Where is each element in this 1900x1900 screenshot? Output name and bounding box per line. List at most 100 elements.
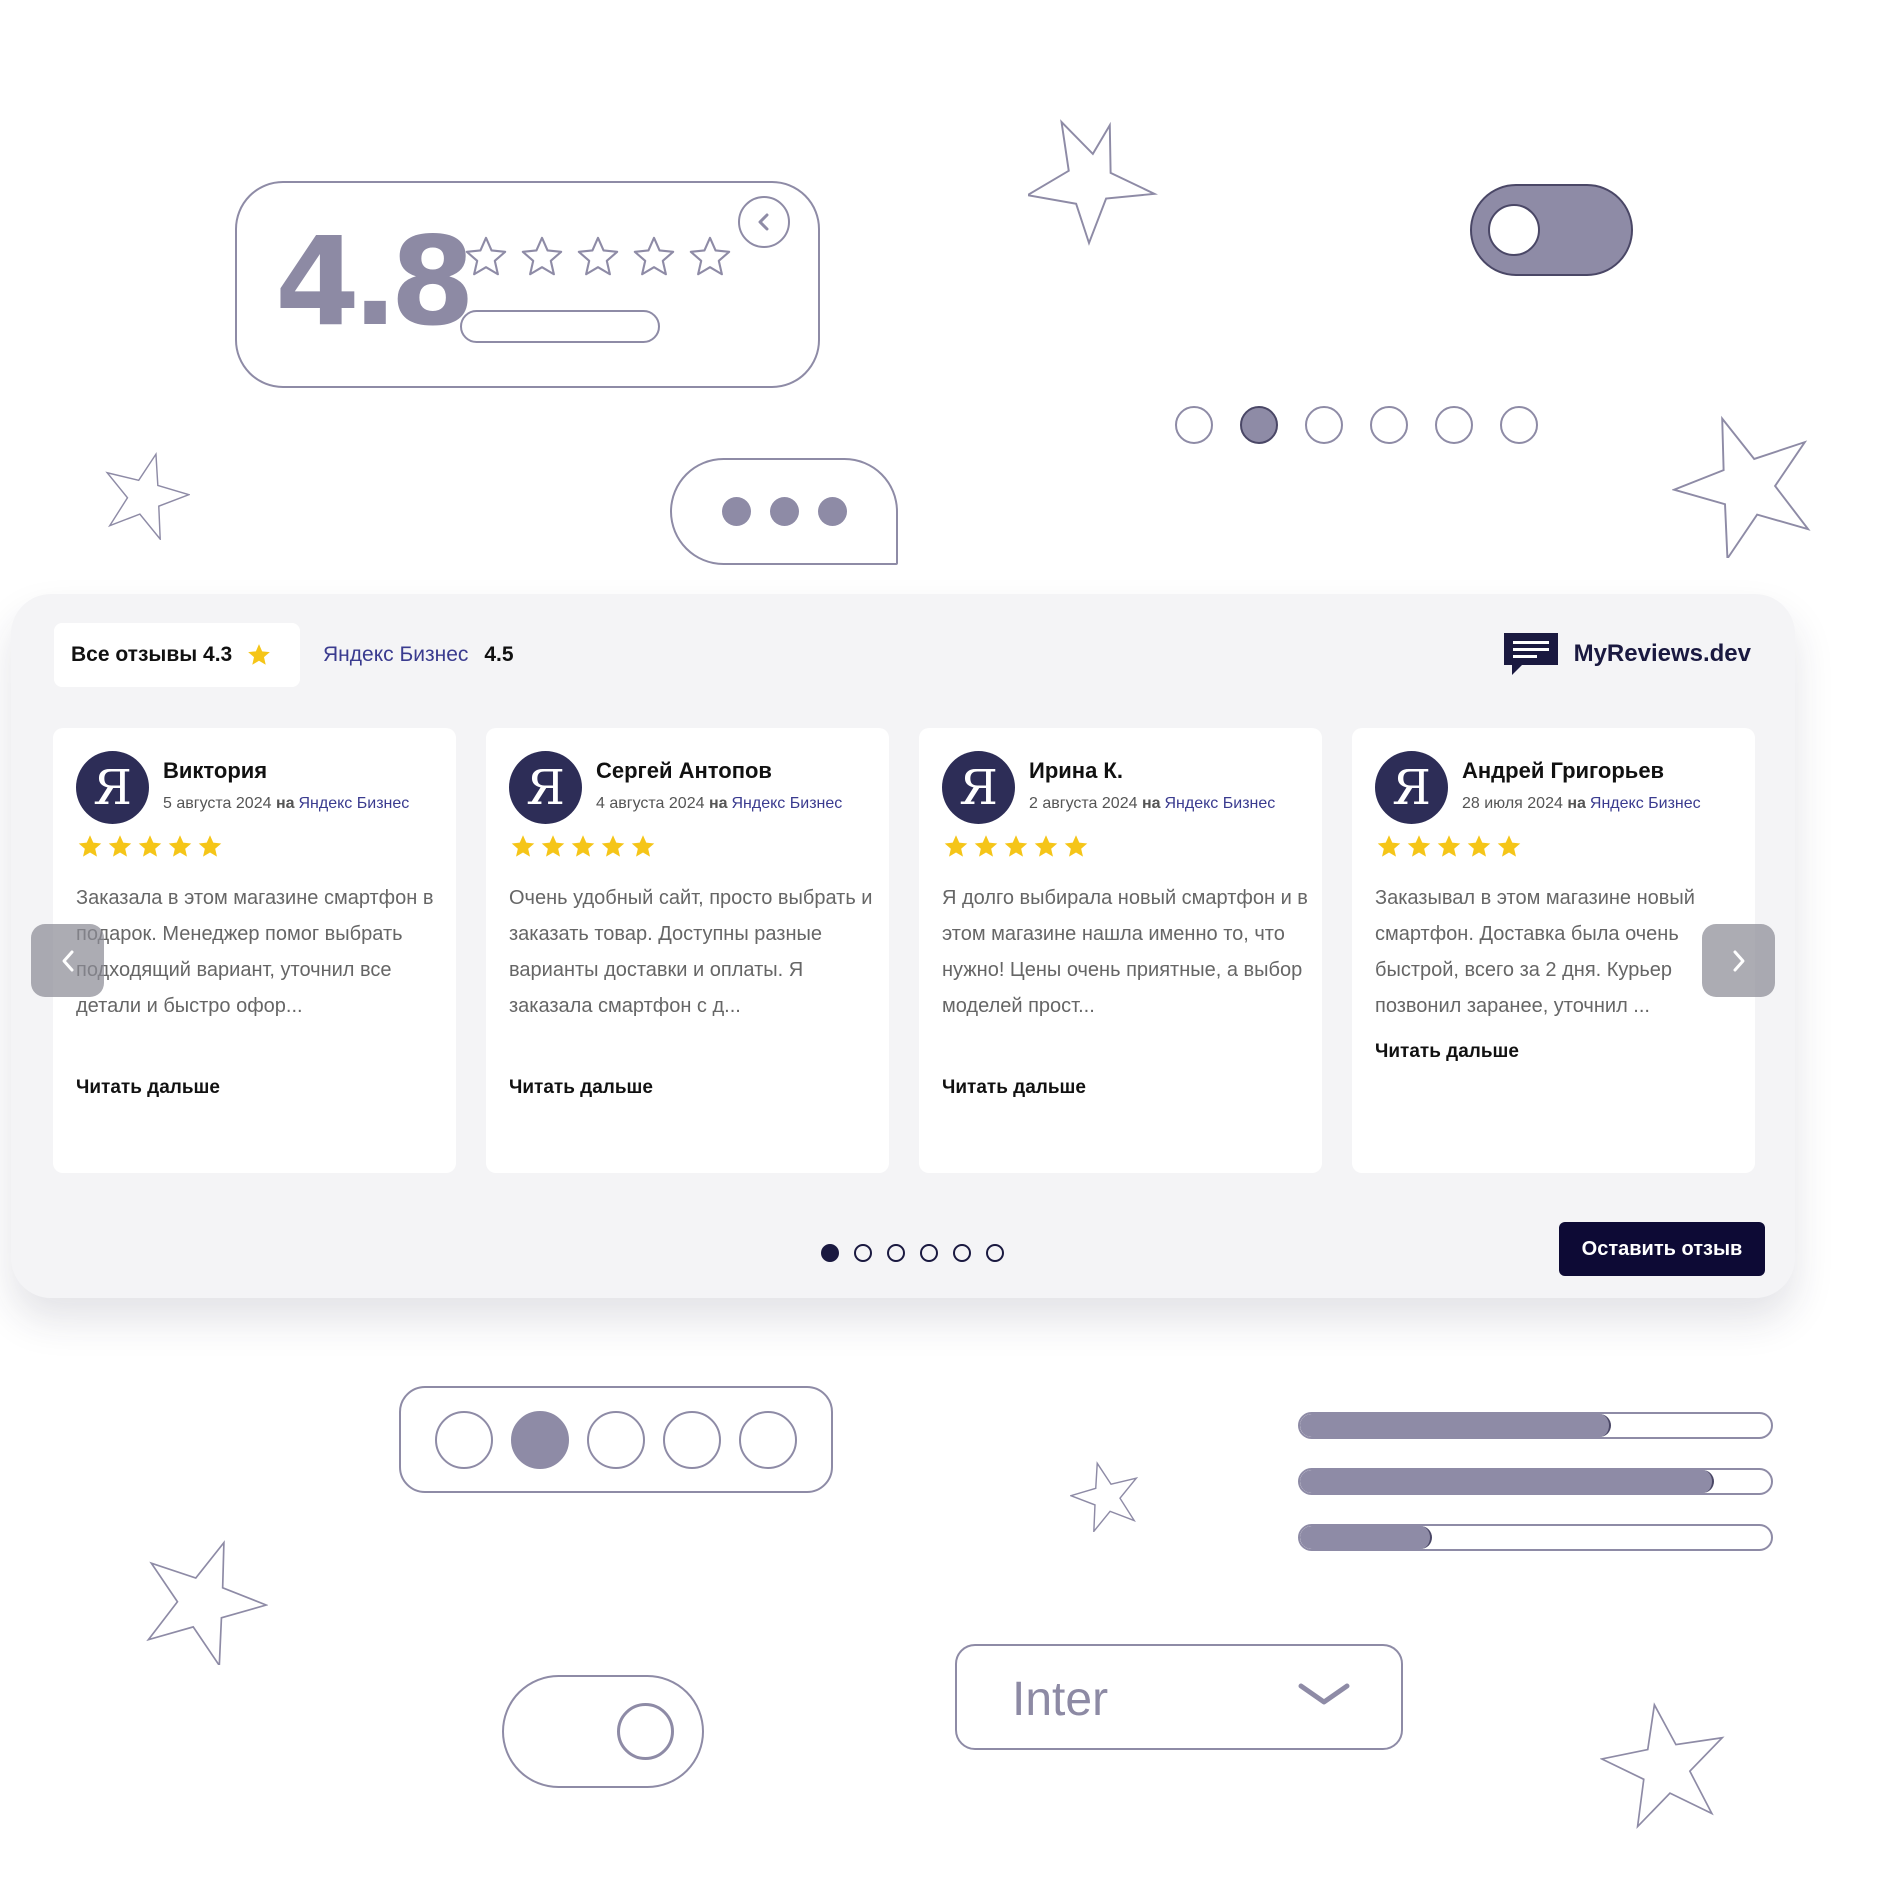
review-source-link[interactable]: Яндекс Бизнес xyxy=(299,795,410,812)
review-meta: 4 августа 2024 на Яндекс Бизнес xyxy=(596,795,842,813)
pagination-dot[interactable] xyxy=(887,1244,905,1262)
pagination-dots xyxy=(1175,406,1538,444)
carousel-next-button[interactable] xyxy=(1702,924,1775,997)
rating-card: 4.8 xyxy=(235,181,820,388)
progress-bar xyxy=(1298,1412,1773,1439)
review-author: Андрей Григорьев xyxy=(1462,758,1665,783)
review-on-word: на xyxy=(275,795,295,812)
review-stars xyxy=(76,833,224,860)
star-icon xyxy=(571,835,595,857)
chevron-left-icon xyxy=(758,213,769,231)
decorative-star-icon xyxy=(100,450,190,540)
option-circle[interactable] xyxy=(587,1410,645,1469)
pagination-dot[interactable] xyxy=(920,1244,938,1262)
star-outline-icon[interactable] xyxy=(462,234,510,280)
tab-all-reviews[interactable]: Все отзывы 4.3 xyxy=(54,623,300,687)
tab-yandex-business[interactable]: Яндекс Бизнес 4.5 xyxy=(323,623,514,687)
review-stars xyxy=(942,833,1090,860)
read-more-link[interactable]: Читать дальше xyxy=(1375,1041,1519,1063)
leave-review-button[interactable]: Оставить отзыв xyxy=(1559,1222,1765,1276)
pagination-dot[interactable] xyxy=(1370,406,1408,444)
decorative-star-icon xyxy=(138,1535,268,1665)
star-icon xyxy=(168,835,192,857)
avatar: Я xyxy=(76,751,149,824)
review-source-link[interactable]: Яндекс Бизнес xyxy=(1590,795,1701,812)
star-icon xyxy=(1497,835,1521,857)
typing-dot xyxy=(769,497,799,526)
star-icon xyxy=(1034,835,1058,857)
reviews-widget: Все отзывы 4.3 Яндекс Бизнес 4.5 MyRevie… xyxy=(11,594,1795,1298)
star-outline-icon[interactable] xyxy=(574,234,622,280)
tab-yandex-rating: 4.5 xyxy=(484,643,514,666)
rating-stars[interactable] xyxy=(462,234,734,280)
review-source-link[interactable]: Яндекс Бизнес xyxy=(732,795,843,812)
rating-input-bar[interactable] xyxy=(460,310,660,343)
read-more-link[interactable]: Читать дальше xyxy=(76,1077,220,1099)
option-circles xyxy=(399,1386,833,1493)
pagination-dot-active[interactable] xyxy=(821,1244,839,1262)
pagination-dot-active[interactable] xyxy=(1240,406,1278,444)
star-icon xyxy=(631,835,655,857)
star-outline-icon[interactable] xyxy=(686,234,734,280)
progress-fill xyxy=(1300,1414,1611,1437)
toggle-knob xyxy=(1488,204,1540,256)
review-text: Очень удобный сайт, просто выбрать и зак… xyxy=(509,887,873,1017)
typing-dot xyxy=(721,497,751,526)
star-icon xyxy=(1377,835,1401,857)
chevron-right-icon xyxy=(1733,950,1744,971)
typing-indicator-bubble xyxy=(670,458,898,565)
star-icon xyxy=(1064,835,1088,857)
tab-all-rating: 4.3 xyxy=(203,643,233,666)
progress-fill xyxy=(1300,1526,1432,1549)
star-icon xyxy=(511,835,535,857)
font-select[interactable]: Inter xyxy=(955,1644,1403,1750)
progress-bar xyxy=(1298,1468,1773,1495)
star-icon xyxy=(198,835,222,857)
star-outline-icon[interactable] xyxy=(518,234,566,280)
review-stars xyxy=(1375,833,1523,860)
review-author: Сергей Антопов xyxy=(596,758,772,783)
read-more-link[interactable]: Читать дальше xyxy=(509,1077,653,1099)
option-circle[interactable] xyxy=(663,1410,721,1469)
font-select-value: Inter xyxy=(1012,1673,1109,1726)
pagination-dot[interactable] xyxy=(986,1244,1004,1262)
review-date: 4 августа 2024 xyxy=(596,795,705,812)
read-more-link[interactable]: Читать дальше xyxy=(942,1077,1086,1099)
avatar: Я xyxy=(942,751,1015,824)
review-on-word: на xyxy=(1567,795,1586,812)
star-icon xyxy=(541,835,565,857)
chat-lines-icon xyxy=(1503,633,1558,675)
star-icon xyxy=(601,835,625,857)
decorative-star-icon xyxy=(1672,410,1820,558)
pagination-dot[interactable] xyxy=(953,1244,971,1262)
review-meta: 5 августа 2024 на Яндекс Бизнес xyxy=(163,795,409,813)
tab-all-label: Все отзывы xyxy=(71,643,198,666)
pagination-dot[interactable] xyxy=(1435,406,1473,444)
star-icon xyxy=(1004,835,1028,857)
toggle-switch-on[interactable] xyxy=(1470,184,1633,276)
star-icon xyxy=(108,835,132,857)
brand-logo[interactable]: MyReviews.dev xyxy=(1502,631,1751,677)
option-circle[interactable] xyxy=(435,1410,493,1469)
star-icon xyxy=(138,835,162,857)
review-text: Заказывал в этом магазине новый смартфон… xyxy=(1375,887,1695,1017)
carousel-prev-button[interactable] xyxy=(31,924,104,997)
pagination-dot[interactable] xyxy=(1175,406,1213,444)
star-outline-icon[interactable] xyxy=(630,234,678,280)
avatar: Я xyxy=(509,751,582,824)
star-icon xyxy=(78,835,102,857)
back-button[interactable] xyxy=(738,196,790,248)
toggle-switch-off[interactable] xyxy=(502,1675,704,1788)
review-source-link[interactable]: Яндекс Бизнес xyxy=(1165,795,1276,812)
option-circle-active[interactable] xyxy=(511,1410,569,1469)
pagination-dot[interactable] xyxy=(854,1244,872,1262)
pagination-dot[interactable] xyxy=(1305,406,1343,444)
review-date: 5 августа 2024 xyxy=(163,795,272,812)
star-icon xyxy=(1407,835,1431,857)
option-circle[interactable] xyxy=(739,1410,797,1469)
review-author: Виктория xyxy=(163,758,268,783)
avatar: Я xyxy=(1375,751,1448,824)
pagination-dot[interactable] xyxy=(1500,406,1538,444)
decorative-star-icon xyxy=(1028,118,1158,248)
progress-fill xyxy=(1300,1470,1715,1493)
